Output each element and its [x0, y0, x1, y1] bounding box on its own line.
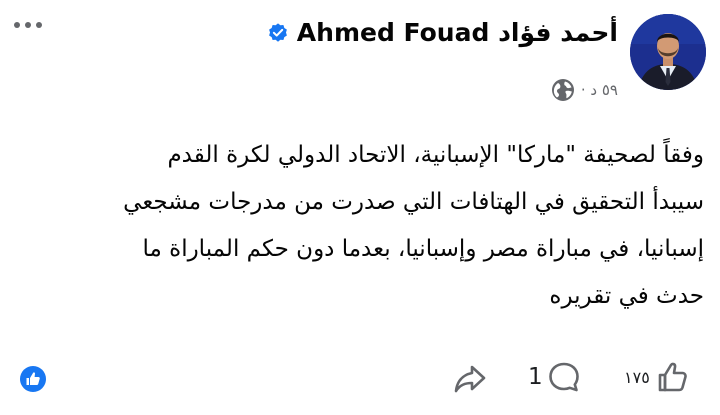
dot-icon	[14, 22, 20, 28]
dot-icon	[25, 22, 31, 28]
dot-icon	[36, 22, 42, 28]
globe-icon[interactable]	[551, 78, 575, 102]
avatar-image	[630, 14, 706, 90]
comment-icon	[548, 362, 579, 392]
author-row: Ahmed Fouad أحمد فؤاد	[267, 20, 618, 45]
post-text: وفقاً لصحيفة "ماركا" الإسبانية، الاتحاد …	[44, 132, 704, 320]
author-name[interactable]: Ahmed Fouad أحمد فؤاد	[297, 20, 618, 45]
post-text-line: وفقاً لصحيفة "ماركا" الإسبانية، الاتحاد …	[167, 142, 704, 168]
post-meta: ٥٩ د ·	[551, 78, 618, 102]
share-button[interactable]	[452, 360, 488, 396]
like-button[interactable]: ١٧٥	[624, 360, 690, 394]
comments-button[interactable]: 1	[528, 360, 581, 394]
post-time[interactable]: ٥٩ د ·	[581, 81, 618, 99]
verified-badge-icon	[268, 22, 287, 42]
avatar[interactable]	[630, 14, 706, 90]
post-text-line: سيبدأ التحقيق في الهتافات التي صدرت من م…	[123, 189, 704, 215]
share-icon	[454, 365, 486, 393]
post-card: Ahmed Fouad أحمد فؤاد ٥٩ د · وفقاً لصحيف…	[0, 0, 720, 415]
post-text-line: إسبانيا، في مباراة مصر وإسبانيا، بعدما د…	[142, 236, 705, 262]
more-options-button[interactable]	[14, 22, 42, 28]
like-reaction-icon[interactable]	[20, 366, 46, 392]
comment-count: 1	[528, 364, 543, 390]
like-count: ١٧٥	[624, 367, 650, 387]
post-text-line: حدث في تقريره	[549, 283, 704, 309]
thumbs-up-icon	[658, 362, 687, 392]
